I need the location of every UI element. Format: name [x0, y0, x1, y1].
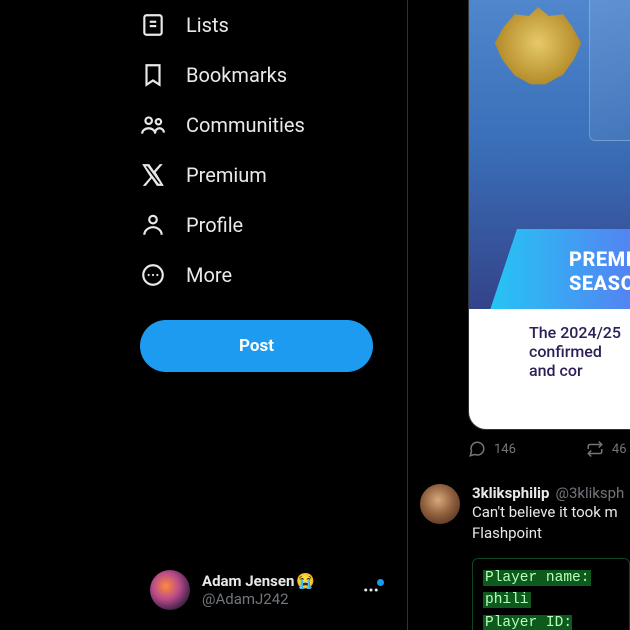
account-handle: @AdamJ242: [202, 590, 315, 608]
notification-dot: [377, 579, 384, 586]
terminal-line-1: Player name:: [483, 567, 619, 589]
nav-label: Lists: [186, 13, 229, 37]
engagement-bar: 146 46: [468, 440, 627, 458]
tweet[interactable]: 3kliksphilip @3kliksph Can't believe it …: [420, 478, 630, 549]
promo-ribbon-line1: PREMI: [569, 247, 630, 271]
promo-sub-line2: confirmed: [529, 342, 630, 361]
tweet-author-handle[interactable]: @3kliksph: [555, 484, 624, 502]
trophy-glass-graphic: [589, 0, 630, 141]
account-emoji: 😭: [296, 572, 315, 590]
nav-label: Communities: [186, 113, 305, 137]
timeline: PREMI SEASON The 2024/25 confirmed and c…: [408, 0, 630, 630]
primary-nav: Lists Bookmarks Communities Premium: [0, 0, 407, 300]
x-logo-icon: [140, 162, 166, 188]
tweet-text-line2: Flashpoint: [472, 524, 630, 544]
profile-icon: [140, 212, 166, 238]
promo-subtext: The 2024/25 confirmed and cor: [469, 309, 630, 429]
terminal-line-2: phili: [483, 589, 619, 611]
nav-item-premium[interactable]: Premium: [140, 150, 407, 200]
nav-label: Premium: [186, 163, 267, 187]
avatar: [150, 570, 190, 610]
tweet-author-name[interactable]: 3kliksphilip: [472, 484, 549, 502]
sidebar: Lists Bookmarks Communities Premium: [0, 0, 408, 630]
nav-label: Bookmarks: [186, 63, 287, 87]
nav-item-bookmarks[interactable]: Bookmarks: [140, 50, 407, 100]
promo-sub-line3: and cor: [529, 361, 630, 380]
terminal-line-3: Player ID: 7999440: [483, 612, 619, 630]
reply-count: 146: [494, 442, 516, 457]
nav-item-profile[interactable]: Profile: [140, 200, 407, 250]
nav-label: Profile: [186, 213, 243, 237]
reply-button[interactable]: 146: [468, 440, 516, 458]
nav-item-lists[interactable]: Lists: [140, 0, 407, 50]
terminal-embed: Player name: phili Player ID: 7999440: [472, 558, 630, 630]
nav-item-more[interactable]: More: [140, 250, 407, 300]
promo-ribbon-line2: SEASON: [569, 271, 630, 295]
account-display-name: Adam Jensen: [202, 572, 294, 590]
bookmark-icon: [140, 62, 166, 88]
account-more-button[interactable]: [362, 581, 380, 599]
nav-label: More: [186, 263, 232, 287]
trophy-lion-graphic: [493, 7, 583, 97]
nav-item-communities[interactable]: Communities: [140, 100, 407, 150]
lists-icon: [140, 12, 166, 38]
promo-ribbon: PREMI SEASON: [489, 229, 630, 313]
tweet-body: 3kliksphilip @3kliksph Can't believe it …: [472, 484, 630, 543]
more-circle-icon: [140, 262, 166, 288]
communities-icon: [140, 112, 166, 138]
promo-card[interactable]: PREMI SEASON The 2024/25 confirmed and c…: [468, 0, 630, 430]
post-button[interactable]: Post: [140, 320, 373, 372]
post-button-label: Post: [239, 336, 274, 356]
retweet-button[interactable]: 46: [586, 440, 627, 458]
tweet-avatar[interactable]: [420, 484, 460, 524]
account-switcher[interactable]: Adam Jensen 😭 @AdamJ242: [150, 570, 380, 610]
retweet-count: 46: [612, 442, 627, 457]
account-text: Adam Jensen 😭 @AdamJ242: [202, 572, 315, 608]
promo-sub-line1: The 2024/25: [529, 323, 630, 342]
tweet-text-line1: Can't believe it took m: [472, 503, 630, 523]
